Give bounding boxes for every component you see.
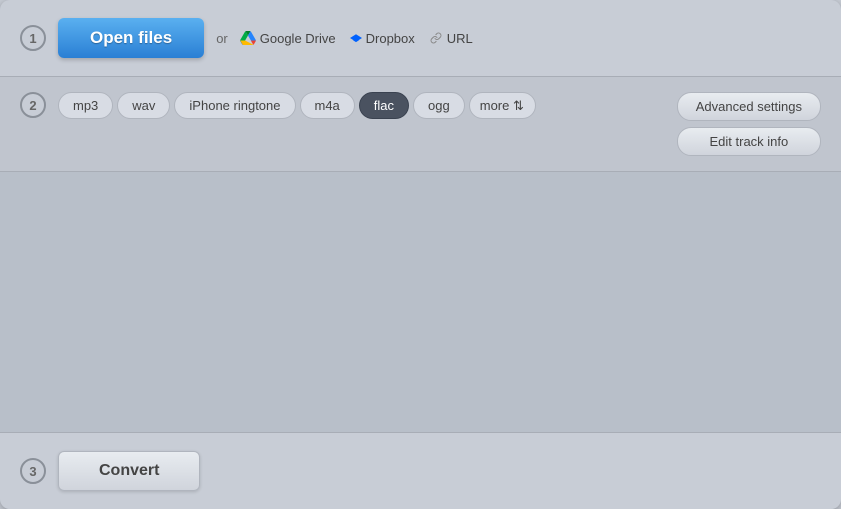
step-2-badge: 2	[20, 92, 46, 118]
format-tab-mp3[interactable]: mp3	[58, 92, 113, 119]
dropbox-icon	[350, 31, 362, 45]
section-1: 1 Open files or Google Drive	[0, 0, 841, 77]
app-container: 1 Open files or Google Drive	[0, 0, 841, 509]
or-text: or	[216, 31, 228, 46]
edit-track-info-button[interactable]: Edit track info	[677, 127, 821, 156]
format-tab-flac[interactable]: flac	[359, 92, 409, 119]
google-drive-label: Google Drive	[260, 31, 336, 46]
step-3-badge: 3	[20, 458, 46, 484]
open-files-button[interactable]: Open files	[58, 18, 204, 58]
dropbox-link[interactable]: Dropbox	[350, 31, 415, 46]
advanced-settings-button[interactable]: Advanced settings	[677, 92, 821, 121]
format-tab-ogg[interactable]: ogg	[413, 92, 465, 119]
section-3: 3 Convert	[0, 432, 841, 509]
google-drive-icon	[240, 31, 256, 45]
url-label: URL	[447, 31, 473, 46]
main-area	[0, 172, 841, 432]
url-icon	[429, 32, 443, 44]
section-2: 2 mp3 wav iPhone ringtone m4a flac ogg m…	[0, 77, 841, 172]
format-tab-iphone-ringtone[interactable]: iPhone ringtone	[174, 92, 295, 119]
url-link[interactable]: URL	[429, 31, 473, 46]
format-tab-m4a[interactable]: m4a	[300, 92, 355, 119]
google-drive-link[interactable]: Google Drive	[240, 31, 336, 46]
format-tabs: mp3 wav iPhone ringtone m4a flac ogg mor…	[58, 92, 665, 119]
format-tab-wav[interactable]: wav	[117, 92, 170, 119]
dropbox-label: Dropbox	[366, 31, 415, 46]
more-formats-select[interactable]: more ⇅ aac wma opus	[469, 92, 536, 119]
cloud-links: Google Drive Dropbox URL	[240, 31, 473, 46]
convert-button[interactable]: Convert	[58, 451, 200, 491]
section-2-right: Advanced settings Edit track info	[677, 92, 821, 156]
step-1-badge: 1	[20, 25, 46, 51]
